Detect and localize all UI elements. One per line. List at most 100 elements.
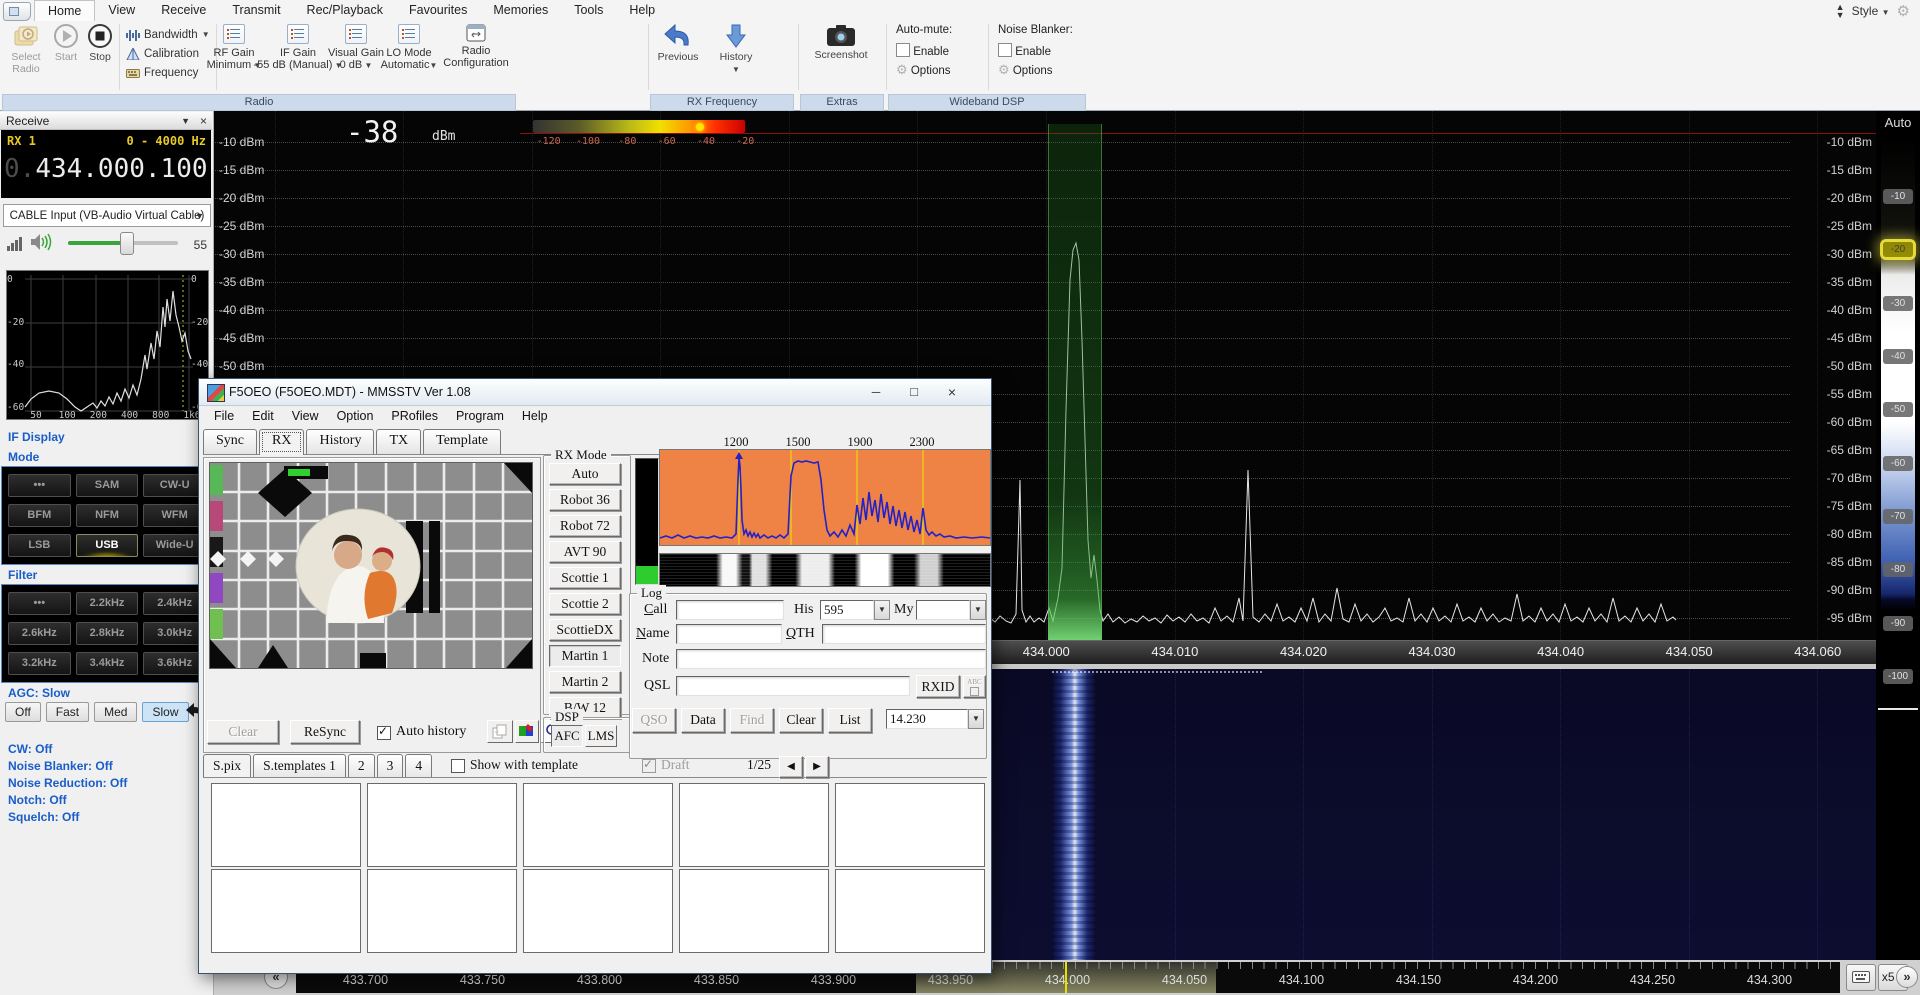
resync-button[interactable]: ReSync [290,720,360,744]
sstv-audio-spectrum[interactable] [659,449,991,546]
bandwidth-button[interactable]: Bandwidth ▼ [126,26,210,43]
audio-device-select[interactable]: CABLE Input (VB-Audio Virtual Cable) ▼ [3,204,211,227]
lo-mode-button[interactable]: LO Mode Automatic▼ [378,24,440,72]
mmsstv-tab[interactable]: RX [259,429,304,455]
style-menu[interactable]: Style ▼ [1852,4,1890,18]
calibration-button[interactable]: Calibration [126,45,199,62]
mode-button[interactable]: NFM [76,504,139,527]
stock-tab[interactable]: S.pix [203,754,251,778]
filter-button[interactable]: 2.4kHz [143,592,206,615]
mode-button[interactable]: BFM [8,504,71,527]
rx-mode-button[interactable]: ScottieDX [549,619,621,641]
ribbon-tab[interactable]: Memories [480,0,561,21]
log-frequency-select[interactable]: 14.230▼ [886,709,984,729]
filter-button[interactable]: 3.0kHz [143,622,206,645]
log-button[interactable]: Find [730,708,774,733]
rx-clear-button[interactable]: Clear [207,720,279,744]
palette-label[interactable]: -60 [1883,456,1913,471]
close-icon[interactable]: × [200,112,207,130]
dsp-status-line[interactable]: Squelch: Off [8,810,127,824]
audio-levels-icon[interactable] [7,234,25,252]
maximize-button[interactable]: □ [899,382,929,402]
stock-picture-slot[interactable] [835,783,985,867]
mode-button[interactable]: ••• [8,474,71,497]
gear-icon[interactable]: ⚙ [1897,2,1910,20]
mode-button[interactable]: LSB [8,534,71,557]
auto-history-checkbox[interactable] [377,726,391,740]
checkbox[interactable] [896,43,910,57]
palette-label[interactable]: -20 [1883,242,1913,257]
palette-label[interactable]: -80 [1883,562,1913,577]
palette-label[interactable]: -70 [1883,509,1913,524]
waterfall-palette-bar[interactable]: Auto -10-20-30-40-50-60-70-80-90-100 [1876,110,1920,960]
stock-tab[interactable]: 3 [377,754,404,778]
ribbon-tab[interactable]: Favourites [396,0,480,21]
image-edit-button[interactable] [515,720,539,743]
call-field[interactable] [676,600,784,620]
next-page-button[interactable]: ▶ [805,756,829,778]
stop-button[interactable]: Stop [84,23,116,63]
agc-button[interactable]: Med [94,702,137,722]
rx-mode-button[interactable]: Auto [549,463,621,485]
stock-picture-slot[interactable] [523,869,673,953]
mode-header[interactable]: Mode [8,450,39,464]
noise-blanker-options[interactable]: ⚙ Options [998,62,1053,78]
palette-label[interactable]: -90 [1883,616,1913,631]
show-with-template-checkbox[interactable] [451,759,465,773]
ribbon-tab[interactable]: Receive [148,0,219,21]
palette-label[interactable]: -40 [1883,349,1913,364]
tuned-frequency-value[interactable]: 0.434.000.100 [4,154,208,184]
if-spectrum-graph[interactable] [6,270,209,420]
stock-tab[interactable]: S.templates 1 [253,754,346,778]
menu-item[interactable]: PRofiles [382,405,447,427]
qsl-field[interactable] [676,676,910,696]
rx-mode-button[interactable]: AVT 90 [549,541,621,563]
filter-button[interactable]: 2.8kHz [76,622,139,645]
chevron-down-icon[interactable]: ▼ [968,709,984,729]
mmsstv-tab[interactable]: History [306,429,374,454]
rx-mode-button[interactable]: Robot 72 [549,515,621,537]
chevron-down-icon[interactable]: ▼ [970,600,986,620]
rx-mode-button[interactable]: Scottie 1 [549,567,621,589]
chevron-down-icon[interactable]: ▼ [181,112,190,130]
filter-button[interactable]: ••• [8,592,71,615]
speaker-icon[interactable] [30,232,52,252]
frequency-display[interactable]: RX 1 0 - 4000 Hz 0.434.000.100 [1,130,211,198]
palette-label[interactable]: -50 [1883,402,1913,417]
menu-item[interactable]: File [205,405,243,427]
log-button[interactable]: Data [681,708,725,733]
frequency-button[interactable]: Frequency [126,64,198,81]
ribbon-tab[interactable]: Tools [561,0,616,21]
rxid-button[interactable]: RXID [916,675,960,698]
agc-button[interactable]: Off [5,702,41,722]
dsp-status-line[interactable]: CW: Off [8,742,127,756]
qth-field[interactable] [822,624,986,644]
close-button[interactable]: × [937,382,967,402]
menu-item[interactable]: Option [328,405,383,427]
agc-button[interactable]: Fast [46,702,89,722]
rx-mode-button[interactable]: Martin 1 [549,645,621,667]
name-field[interactable] [676,624,782,644]
mode-button[interactable]: WFM [143,504,206,527]
radio-configuration-button[interactable]: Radio Configuration [440,24,512,69]
history-button[interactable]: History ▼ [712,23,760,76]
stock-picture-slot[interactable] [679,783,829,867]
start-button[interactable]: Start [50,23,82,63]
my-rst-select[interactable]: ▼ [916,600,986,620]
nav-scroll-right-button[interactable]: » [1896,966,1918,988]
auto-mute-options[interactable]: ⚙ Options [896,62,951,78]
ribbon-tab[interactable]: Transmit [219,0,293,21]
mode-button[interactable]: SAM [76,474,139,497]
ribbon-tab[interactable]: Help [616,0,668,21]
dsp-status-line[interactable]: Noise Reduction: Off [8,776,127,790]
log-button[interactable]: Clear [779,708,823,733]
menu-item[interactable]: Program [447,405,513,427]
filter-button[interactable]: 3.2kHz [8,652,71,675]
stock-tab[interactable]: 4 [405,754,432,778]
rx-mode-button[interactable]: Robot 36 [549,489,621,511]
ribbon-tab[interactable]: Rec/Playback [294,0,396,21]
copy-image-button[interactable] [487,720,513,743]
screenshot-button[interactable]: Screenshot [808,23,874,61]
stock-picture-slot[interactable] [679,869,829,953]
select-radio-button[interactable]: Select Radio [4,23,48,75]
